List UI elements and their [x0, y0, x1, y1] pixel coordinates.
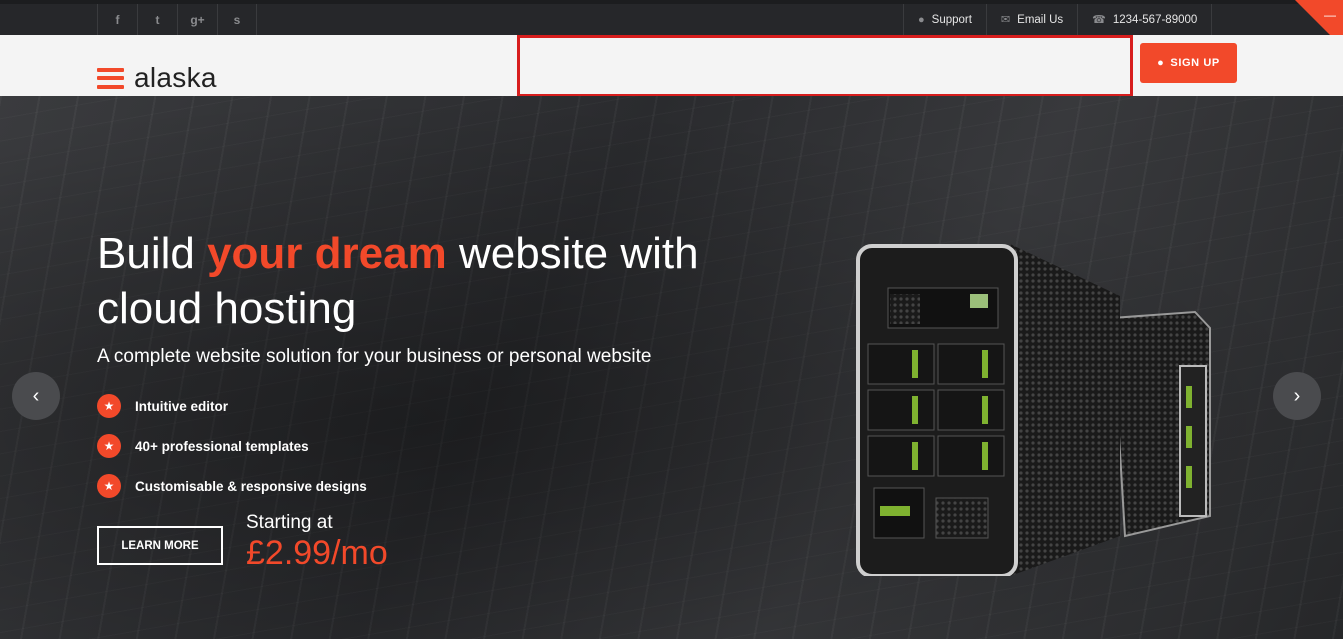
email-label: Email Us	[1017, 13, 1064, 26]
star-icon: ★	[97, 434, 121, 458]
top-bar: f t g+ s ● Support ✉ Email Us ☎ 1234-567…	[0, 0, 1343, 35]
price: £2.99/mo	[246, 534, 388, 572]
starting-at-label: Starting at	[246, 512, 333, 533]
chevron-right-icon: ›	[1293, 384, 1301, 407]
site-header: alaska ● SIGN UP	[0, 35, 1343, 97]
skype-icon[interactable]: s	[217, 4, 257, 35]
feature-item: ★ 40+ professional templates	[97, 426, 367, 466]
next-slide-button[interactable]: ›	[1273, 372, 1321, 420]
learn-more-button[interactable]: LEARN MORE	[97, 526, 223, 565]
sign-up-button[interactable]: ● SIGN UP	[1140, 43, 1237, 83]
star-icon: ★	[97, 474, 121, 498]
star-icon: ★	[97, 394, 121, 418]
chevron-left-icon: ‹	[32, 384, 40, 407]
phone-number: 1234-567-89000	[1112, 13, 1198, 26]
email-link[interactable]: ✉ Email Us	[985, 4, 1077, 35]
menu-icon	[97, 67, 124, 89]
server-image	[856, 244, 1211, 576]
twitter-icon[interactable]: t	[137, 4, 177, 35]
user-icon: ●	[1157, 57, 1165, 69]
contact-links: ● Support ✉ Email Us ☎ 1234-567-89000	[903, 4, 1213, 35]
hero-headline: Build your dream website with cloud host…	[97, 229, 699, 333]
main-navigation	[517, 35, 1133, 97]
google-plus-icon[interactable]: g+	[177, 4, 217, 35]
social-links: f t g+ s	[97, 4, 257, 35]
headline-highlight: your dream	[207, 229, 447, 278]
hero-subheading: A complete website solution for your bus…	[97, 346, 652, 367]
feature-label: Customisable & responsive designs	[135, 478, 367, 494]
minus-icon: —	[1324, 8, 1336, 22]
feature-item: ★ Customisable & responsive designs	[97, 466, 367, 506]
envelope-icon: ✉	[1000, 14, 1011, 26]
hero-slider: Build your dream website with cloud host…	[0, 96, 1343, 639]
support-link[interactable]: ● Support	[903, 4, 986, 35]
feature-label: 40+ professional templates	[135, 438, 309, 454]
facebook-icon[interactable]: f	[97, 4, 137, 35]
logo-text: alaska	[134, 62, 217, 93]
feature-label: Intuitive editor	[135, 398, 229, 414]
info-icon: ●	[918, 13, 925, 26]
feature-item: ★ Intuitive editor	[97, 386, 367, 426]
phone-icon: ☎	[1092, 14, 1106, 26]
phone-link[interactable]: ☎ 1234-567-89000	[1077, 4, 1213, 35]
logo[interactable]: alaska	[97, 62, 217, 94]
support-label: Support	[931, 13, 972, 26]
feature-list: ★ Intuitive editor ★ 40+ professional te…	[97, 386, 367, 506]
previous-slide-button[interactable]: ‹	[12, 372, 60, 420]
sign-up-label: SIGN UP	[1170, 57, 1220, 69]
